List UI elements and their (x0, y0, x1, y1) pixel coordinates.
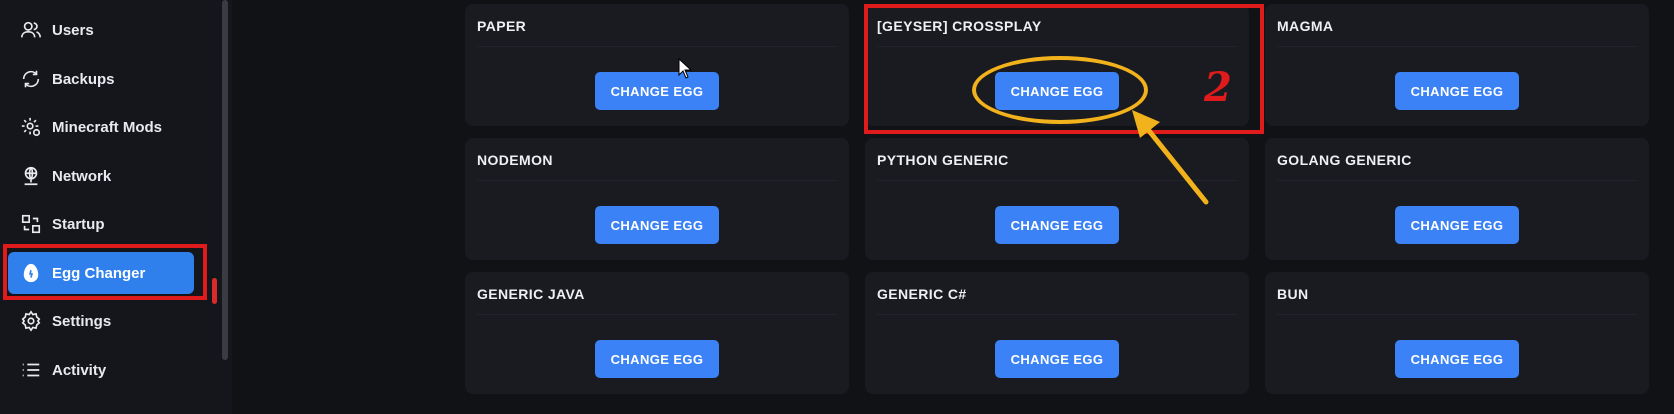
activity-list-icon (22, 363, 40, 377)
egg-card-generic-csharp: GENERIC C# CHANGE EGG (865, 272, 1249, 394)
sidebar-item-network[interactable]: Network (8, 155, 194, 197)
change-egg-button[interactable]: CHANGE EGG (595, 206, 719, 244)
card-divider (877, 180, 1237, 181)
sidebar-item-minecraft-mods[interactable]: Minecraft Mods (8, 106, 194, 148)
sidebar-item-label: Startup (52, 215, 105, 233)
egg-title: PAPER (477, 18, 527, 34)
card-divider (477, 180, 837, 181)
egg-title: NODEMON (477, 152, 553, 168)
sidebar-item-users[interactable]: Users (8, 9, 194, 51)
egg-card-nodemon: NODEMON CHANGE EGG (465, 138, 849, 260)
startup-icon (21, 214, 41, 234)
card-divider (1277, 180, 1637, 181)
sidebar-item-label: Backups (52, 70, 115, 88)
app-window: Users Backups Minecraft Mods Network Sta… (0, 0, 1674, 414)
card-divider (1277, 46, 1637, 47)
egg-card-python-generic: PYTHON GENERIC CHANGE EGG (865, 138, 1249, 260)
sidebar-item-label: Users (52, 21, 94, 39)
sidebar-item-label: Network (52, 167, 112, 185)
egg-title: MAGMA (1277, 18, 1334, 34)
sidebar-item-label: Minecraft Mods (52, 118, 163, 136)
gear-icon (21, 310, 41, 332)
change-egg-button[interactable]: CHANGE EGG (595, 340, 719, 378)
sidebar-item-startup[interactable]: Startup (8, 203, 194, 245)
network-globe-icon (24, 166, 38, 186)
sidebar-item-label: Settings (52, 312, 112, 330)
egg-title: [GEYSER] CROSSPLAY (877, 18, 1042, 34)
sidebar-scrollbar[interactable] (222, 0, 228, 360)
sidebar-item-label: Activity (52, 361, 107, 379)
sidebar-item-settings[interactable]: Settings (8, 300, 194, 342)
egg-card-magma: MAGMA CHANGE EGG (1265, 4, 1649, 126)
egg-title: GENERIC C# (877, 286, 967, 302)
sidebar-item-backups[interactable]: Backups (8, 58, 194, 100)
mods-gear-icon (21, 117, 41, 137)
change-egg-button[interactable]: CHANGE EGG (1395, 340, 1519, 378)
sidebar-item-label: Egg Changer (52, 264, 146, 282)
egg-title: GOLANG GENERIC (1277, 152, 1412, 168)
change-egg-button[interactable]: CHANGE EGG (995, 206, 1119, 244)
sidebar-item-activity[interactable]: Activity (8, 349, 194, 391)
active-indicator (212, 278, 217, 304)
egg-icon (23, 263, 39, 283)
egg-card-generic-java: GENERIC JAVA CHANGE EGG (465, 272, 849, 394)
card-divider (1277, 314, 1637, 315)
egg-title: BUN (1277, 286, 1309, 302)
change-egg-button[interactable]: CHANGE EGG (1395, 72, 1519, 110)
change-egg-button[interactable]: CHANGE EGG (1395, 206, 1519, 244)
change-egg-button[interactable]: CHANGE EGG (995, 340, 1119, 378)
change-egg-button[interactable]: CHANGE EGG (595, 72, 719, 110)
sidebar: Users Backups Minecraft Mods Network Sta… (0, 0, 232, 414)
card-divider (477, 46, 837, 47)
egg-card-bun: BUN CHANGE EGG (1265, 272, 1649, 394)
egg-grid: PAPER CHANGE EGG [GEYSER] CROSSPLAY CHAN… (232, 0, 1674, 414)
change-egg-button[interactable]: CHANGE EGG (995, 72, 1119, 110)
card-divider (477, 314, 837, 315)
egg-title: GENERIC JAVA (477, 286, 585, 302)
egg-title: PYTHON GENERIC (877, 152, 1009, 168)
backup-icon (22, 70, 40, 88)
users-icon (21, 21, 41, 38)
card-divider (877, 46, 1237, 47)
sidebar-item-egg-changer[interactable]: Egg Changer (8, 252, 194, 294)
card-divider (877, 314, 1237, 315)
egg-card-paper: PAPER CHANGE EGG (465, 4, 849, 126)
egg-card-geyser-crossplay: [GEYSER] CROSSPLAY CHANGE EGG (865, 4, 1249, 126)
egg-card-golang-generic: GOLANG GENERIC CHANGE EGG (1265, 138, 1649, 260)
